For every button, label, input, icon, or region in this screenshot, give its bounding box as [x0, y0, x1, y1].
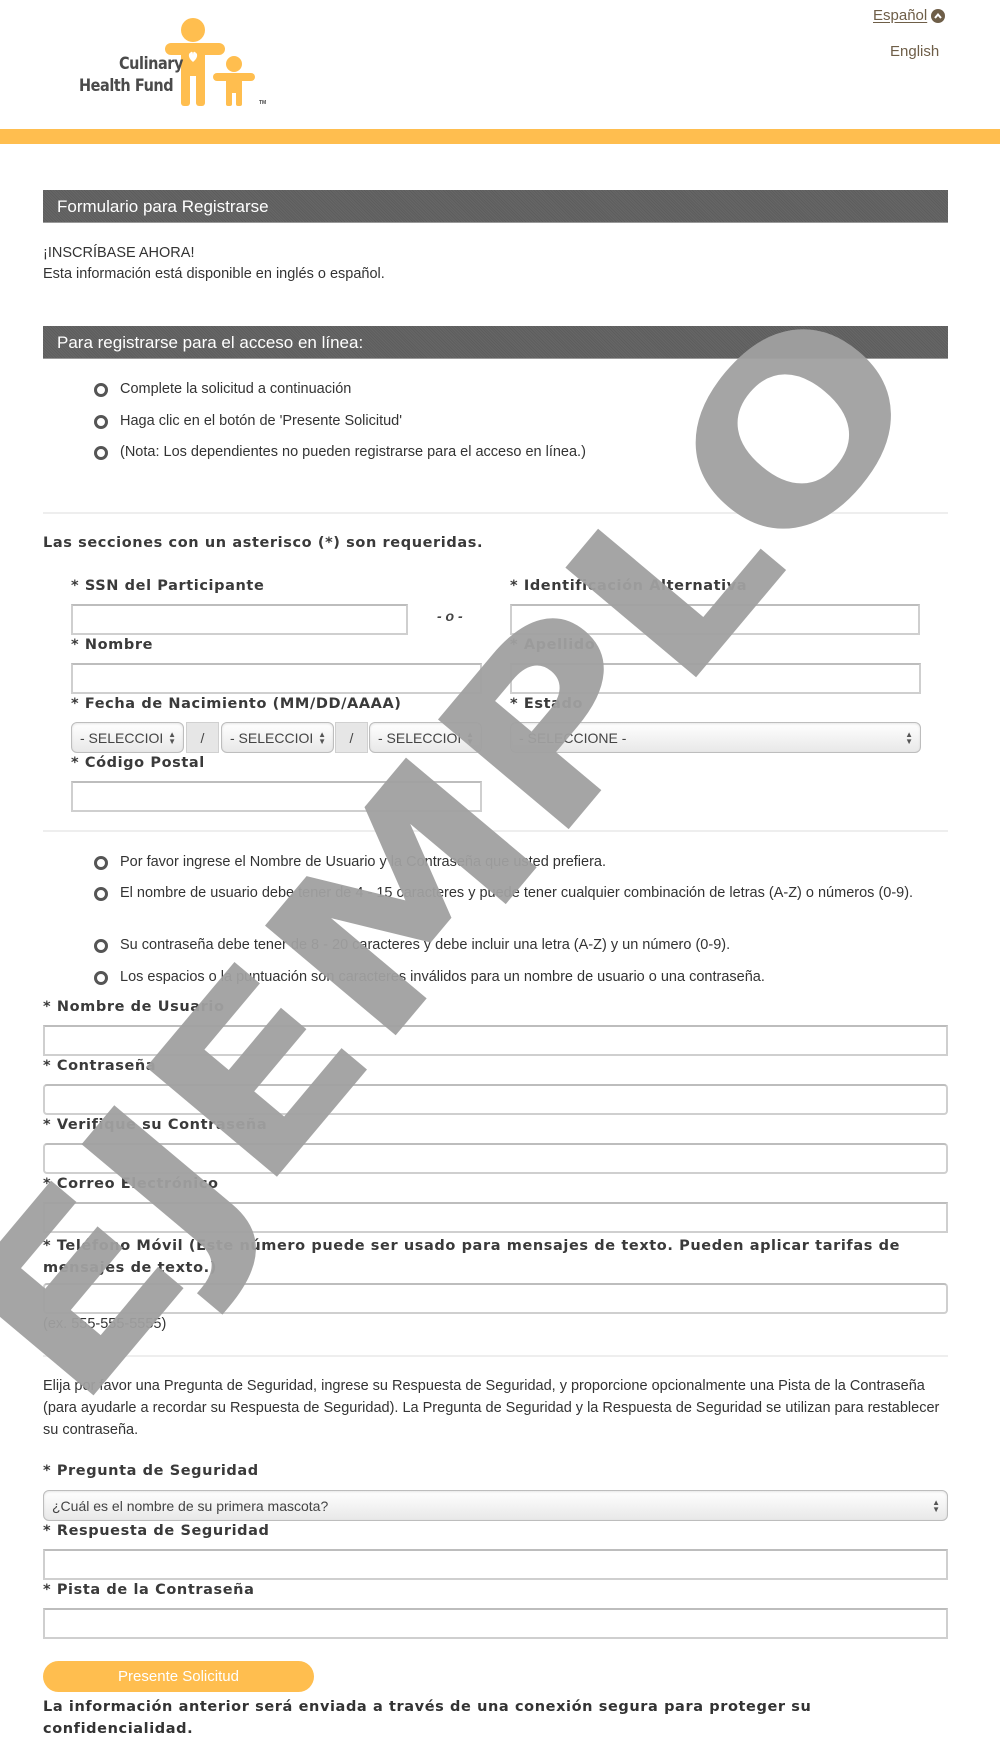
- section-title-online-access: Para registrarse para el acceso en línea…: [43, 326, 948, 359]
- select-arrows-icon: ▲ ▼: [168, 729, 176, 746]
- state-label: * Estado: [510, 696, 584, 712]
- select-arrows-icon: ▲ ▼: [905, 729, 913, 746]
- chevron-up-circle-icon: [931, 8, 946, 23]
- username-input[interactable]: [43, 1025, 948, 1056]
- password-hint-input[interactable]: [43, 1608, 948, 1639]
- section-divider: [43, 512, 948, 514]
- list-item: Por favor ingrese el Nombre de Usuario y…: [94, 851, 606, 873]
- section-divider: [43, 830, 948, 832]
- list-item: El nombre de usuario debe tener de 4 - 1…: [94, 882, 934, 904]
- security-answer-input[interactable]: [43, 1549, 948, 1580]
- alternate-id-input[interactable]: [510, 604, 920, 635]
- language-spanish-link[interactable]: Español: [873, 7, 946, 24]
- birth-date-label: * Fecha de Nacimiento (MM/DD/AAAA): [71, 696, 402, 712]
- email-label: * Correo Electrónico: [43, 1176, 219, 1192]
- section-title-registration-form: Formulario para Registrarse: [43, 190, 948, 223]
- logo-trademark: TM: [259, 100, 267, 106]
- bullet-ring-icon: [94, 856, 108, 870]
- zip-code-label: * Código Postal: [71, 755, 205, 771]
- section-divider: [43, 1355, 948, 1357]
- ssn-input[interactable]: [71, 604, 408, 635]
- state-select[interactable]: - SELECCIONE - ▲ ▼: [510, 722, 921, 753]
- mobile-phone-input[interactable]: [43, 1283, 948, 1314]
- ssn-label: * SSN del Participante: [71, 578, 265, 594]
- logo-text-line2: Health Fund: [79, 76, 174, 96]
- bullet-ring-icon: [94, 446, 108, 460]
- last-name-input[interactable]: [510, 663, 921, 694]
- mobile-phone-hint: (ex. 555-555-5555): [43, 1316, 167, 1332]
- mobile-phone-label: * Teléfono Móvil (Este número puede ser …: [43, 1238, 900, 1276]
- date-separator: /: [186, 722, 219, 753]
- required-fields-note: Las secciones con un asterisco (*) son r…: [43, 535, 484, 551]
- security-question-label: * Pregunta de Seguridad: [43, 1463, 259, 1479]
- select-arrows-icon: ▲ ▼: [466, 729, 474, 746]
- password-label: * Contraseña: [43, 1058, 157, 1074]
- bullet-ring-icon: [94, 887, 108, 901]
- security-answer-label: * Respuesta de Seguridad: [43, 1523, 270, 1539]
- password-hint-label: * Pista de la Contraseña: [43, 1582, 255, 1598]
- username-label: * Nombre de Usuario: [43, 999, 225, 1015]
- select-arrows-icon: ▲ ▼: [318, 729, 326, 746]
- list-item: Complete la solicitud a continuación: [94, 378, 351, 400]
- language-spanish-label: Español: [873, 7, 928, 24]
- security-instructions: Elija por favor una Pregunta de Segurida…: [43, 1378, 940, 1438]
- language-availability-text: Esta información está disponible en ingl…: [43, 266, 385, 282]
- submit-application-button[interactable]: Presente Solicitud: [43, 1661, 314, 1692]
- select-arrows-icon: ▲ ▼: [932, 1497, 940, 1514]
- birth-month-select[interactable]: - SELECCIOI ▲ ▼: [71, 722, 184, 753]
- signup-now-text: ¡INSCRÍBASE AHORA!: [43, 245, 195, 261]
- alternate-id-label: * Identificación Alternativa: [510, 578, 748, 594]
- last-name-label: * Apellido: [510, 637, 596, 653]
- list-item: Los espacios o la puntuación son caracte…: [94, 966, 765, 988]
- verify-password-input[interactable]: [43, 1143, 948, 1174]
- first-name-input[interactable]: [71, 663, 482, 694]
- verify-password-label: * Verifique su Contraseña: [43, 1117, 268, 1133]
- bullet-ring-icon: [94, 415, 108, 429]
- list-item: Su contraseña debe tener de 8 - 20 carac…: [94, 934, 730, 956]
- logo-text-line1: Culinary: [119, 54, 183, 74]
- secure-connection-note: La información anterior será enviada a t…: [43, 1699, 812, 1737]
- zip-code-input[interactable]: [71, 781, 482, 812]
- language-english-link[interactable]: English: [890, 43, 939, 60]
- list-item: Haga clic en el botón de 'Presente Solic…: [94, 410, 402, 432]
- email-input[interactable]: [43, 1202, 948, 1233]
- security-question-select[interactable]: ¿Cuál es el nombre de su primera mascota…: [43, 1490, 948, 1521]
- password-input[interactable]: [43, 1084, 948, 1115]
- header-accent-bar: [0, 129, 1000, 144]
- birth-year-select[interactable]: - SELECCIOI ▲ ▼: [369, 722, 482, 753]
- date-separator: /: [335, 722, 368, 753]
- first-name-label: * Nombre: [71, 637, 154, 653]
- list-item: (Nota: Los dependientes no pueden regist…: [94, 441, 586, 463]
- culinary-health-fund-logo[interactable]: Culinary Health Fund TM: [79, 18, 270, 110]
- bullet-ring-icon: [94, 971, 108, 985]
- bullet-ring-icon: [94, 939, 108, 953]
- or-separator: - o -: [437, 608, 463, 624]
- birth-day-select[interactable]: - SELECCIOI ▲ ▼: [221, 722, 334, 753]
- bullet-ring-icon: [94, 383, 108, 397]
